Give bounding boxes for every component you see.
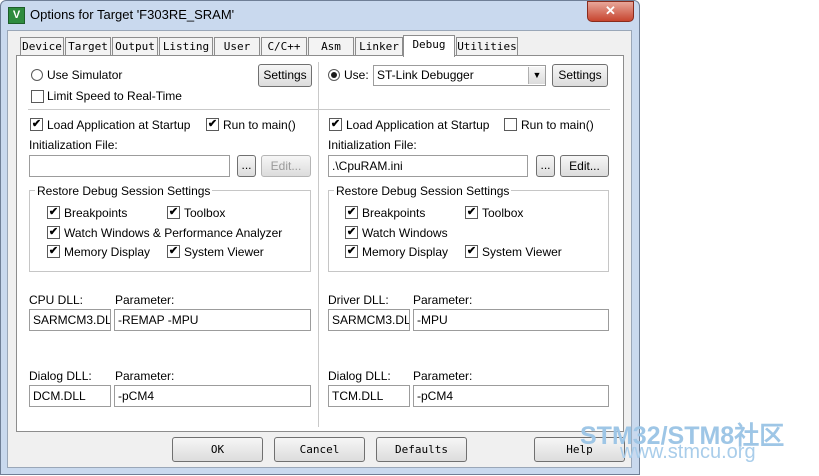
left-toolbox-checkbox[interactable]: ✔ (167, 206, 180, 219)
left-run-to-main-checkbox[interactable]: ✔ (206, 118, 219, 131)
column-divider (318, 62, 319, 427)
left-sysviewer-label: System Viewer (184, 245, 264, 259)
simulator-settings-button[interactable]: Settings (258, 64, 312, 87)
right-toolbox-checkbox[interactable]: ✔ (465, 206, 478, 219)
left-toolbox-label: Toolbox (184, 206, 226, 220)
left-watch-label: Watch Windows & Performance Analyzer (64, 226, 283, 240)
left-browse-button[interactable]: ... (237, 155, 256, 177)
cpu-dll-param-label: Parameter: (115, 293, 175, 307)
top-divider (28, 109, 610, 110)
driver-dll-input[interactable]: SARMCM3.DLL (328, 309, 410, 331)
left-dialog-param-label: Parameter: (115, 369, 175, 383)
right-run-to-main-checkbox[interactable] (504, 118, 517, 131)
right-load-app-label: Load Application at Startup (346, 118, 490, 132)
defaults-button[interactable]: Defaults (376, 437, 467, 462)
left-breakpoints-label: Breakpoints (64, 206, 128, 220)
right-sysviewer-checkbox[interactable]: ✔ (465, 245, 478, 258)
right-dialog-param-input[interactable]: -pCM4 (413, 385, 609, 407)
tab-debug[interactable]: Debug (403, 35, 455, 57)
use-debugger-radio[interactable] (328, 69, 340, 81)
right-dialog-dll-label: Dialog DLL: (328, 369, 391, 383)
right-memory-checkbox[interactable]: ✔ (345, 245, 358, 258)
limit-speed-label: Limit Speed to Real-Time (47, 89, 182, 103)
right-breakpoints-label: Breakpoints (362, 206, 426, 220)
right-dialog-param-label: Parameter: (413, 369, 473, 383)
right-toolbox-label: Toolbox (482, 206, 524, 220)
left-sysviewer-checkbox[interactable]: ✔ (167, 245, 180, 258)
tab-utilities[interactable]: Utilities (456, 37, 518, 55)
left-run-to-main-label: Run to main() (223, 118, 296, 132)
right-load-app-checkbox[interactable]: ✔ (329, 118, 342, 131)
right-init-file-label: Initialization File: (328, 138, 417, 152)
right-run-to-main-label: Run to main() (521, 118, 594, 132)
left-memory-label: Memory Display (64, 245, 151, 259)
right-edit-button[interactable]: Edit... (560, 155, 609, 177)
use-simulator-radio[interactable] (31, 69, 43, 81)
debugger-select[interactable]: ST-Link Debugger (373, 65, 546, 86)
left-memory-checkbox[interactable]: ✔ (47, 245, 60, 258)
right-dialog-dll-input[interactable]: TCM.DLL (328, 385, 410, 407)
driver-dll-param-label: Parameter: (413, 293, 473, 307)
cancel-button[interactable]: Cancel (274, 437, 365, 462)
right-watch-label: Watch Windows (362, 226, 448, 240)
left-init-file-input[interactable] (29, 155, 230, 177)
tab-linker[interactable]: Linker (355, 37, 403, 55)
cpu-dll-input[interactable]: SARMCM3.DLL (29, 309, 111, 331)
ok-button[interactable]: OK (172, 437, 263, 462)
right-watch-checkbox[interactable]: ✔ (345, 226, 358, 239)
debugger-select-value: ST-Link Debugger (377, 68, 474, 82)
tab-asm[interactable]: Asm (308, 37, 354, 55)
left-restore-title: Restore Debug Session Settings (35, 184, 213, 198)
right-breakpoints-checkbox[interactable]: ✔ (345, 206, 358, 219)
watermark-url: www.stmcu.org (620, 441, 756, 463)
title-bar[interactable]: V Options for Target 'F303RE_SRAM' ✕ (0, 0, 640, 30)
use-debugger-label: Use: (344, 68, 369, 82)
keil-app-icon: V (8, 7, 25, 24)
left-dialog-param-input[interactable]: -pCM4 (114, 385, 311, 407)
close-button[interactable]: ✕ (587, 1, 634, 22)
left-load-app-checkbox[interactable]: ✔ (30, 118, 43, 131)
tab-target[interactable]: Target (65, 37, 111, 55)
tab-output[interactable]: Output (112, 37, 158, 55)
use-simulator-label: Use Simulator (47, 68, 123, 82)
debugger-settings-button[interactable]: Settings (552, 64, 608, 87)
left-edit-button[interactable]: Edit... (261, 155, 311, 177)
left-dialog-dll-label: Dialog DLL: (29, 369, 92, 383)
right-init-file-input[interactable]: .\CpuRAM.ini (328, 155, 528, 177)
right-restore-title: Restore Debug Session Settings (334, 184, 512, 198)
tab-device[interactable]: Device (20, 37, 64, 55)
tab-user[interactable]: User (214, 37, 260, 55)
driver-dll-param-input[interactable]: -MPU (413, 309, 609, 331)
tab-listing[interactable]: Listing (159, 37, 213, 55)
cpu-dll-param-input[interactable]: -REMAP -MPU (114, 309, 311, 331)
cpu-dll-label: CPU DLL: (29, 293, 84, 307)
left-init-file-label: Initialization File: (29, 138, 118, 152)
limit-speed-checkbox[interactable] (31, 90, 44, 103)
left-dialog-dll-input[interactable]: DCM.DLL (29, 385, 111, 407)
window-title: Options for Target 'F303RE_SRAM' (30, 7, 235, 22)
left-load-app-label: Load Application at Startup (47, 118, 191, 132)
right-sysviewer-label: System Viewer (482, 245, 562, 259)
chevron-down-icon[interactable]: ▼ (528, 67, 545, 84)
tab-c-cpp[interactable]: C/C++ (261, 37, 307, 55)
left-watch-checkbox[interactable]: ✔ (47, 226, 60, 239)
right-memory-label: Memory Display (362, 245, 449, 259)
right-browse-button[interactable]: ... (536, 155, 555, 177)
driver-dll-label: Driver DLL: (328, 293, 389, 307)
left-breakpoints-checkbox[interactable]: ✔ (47, 206, 60, 219)
